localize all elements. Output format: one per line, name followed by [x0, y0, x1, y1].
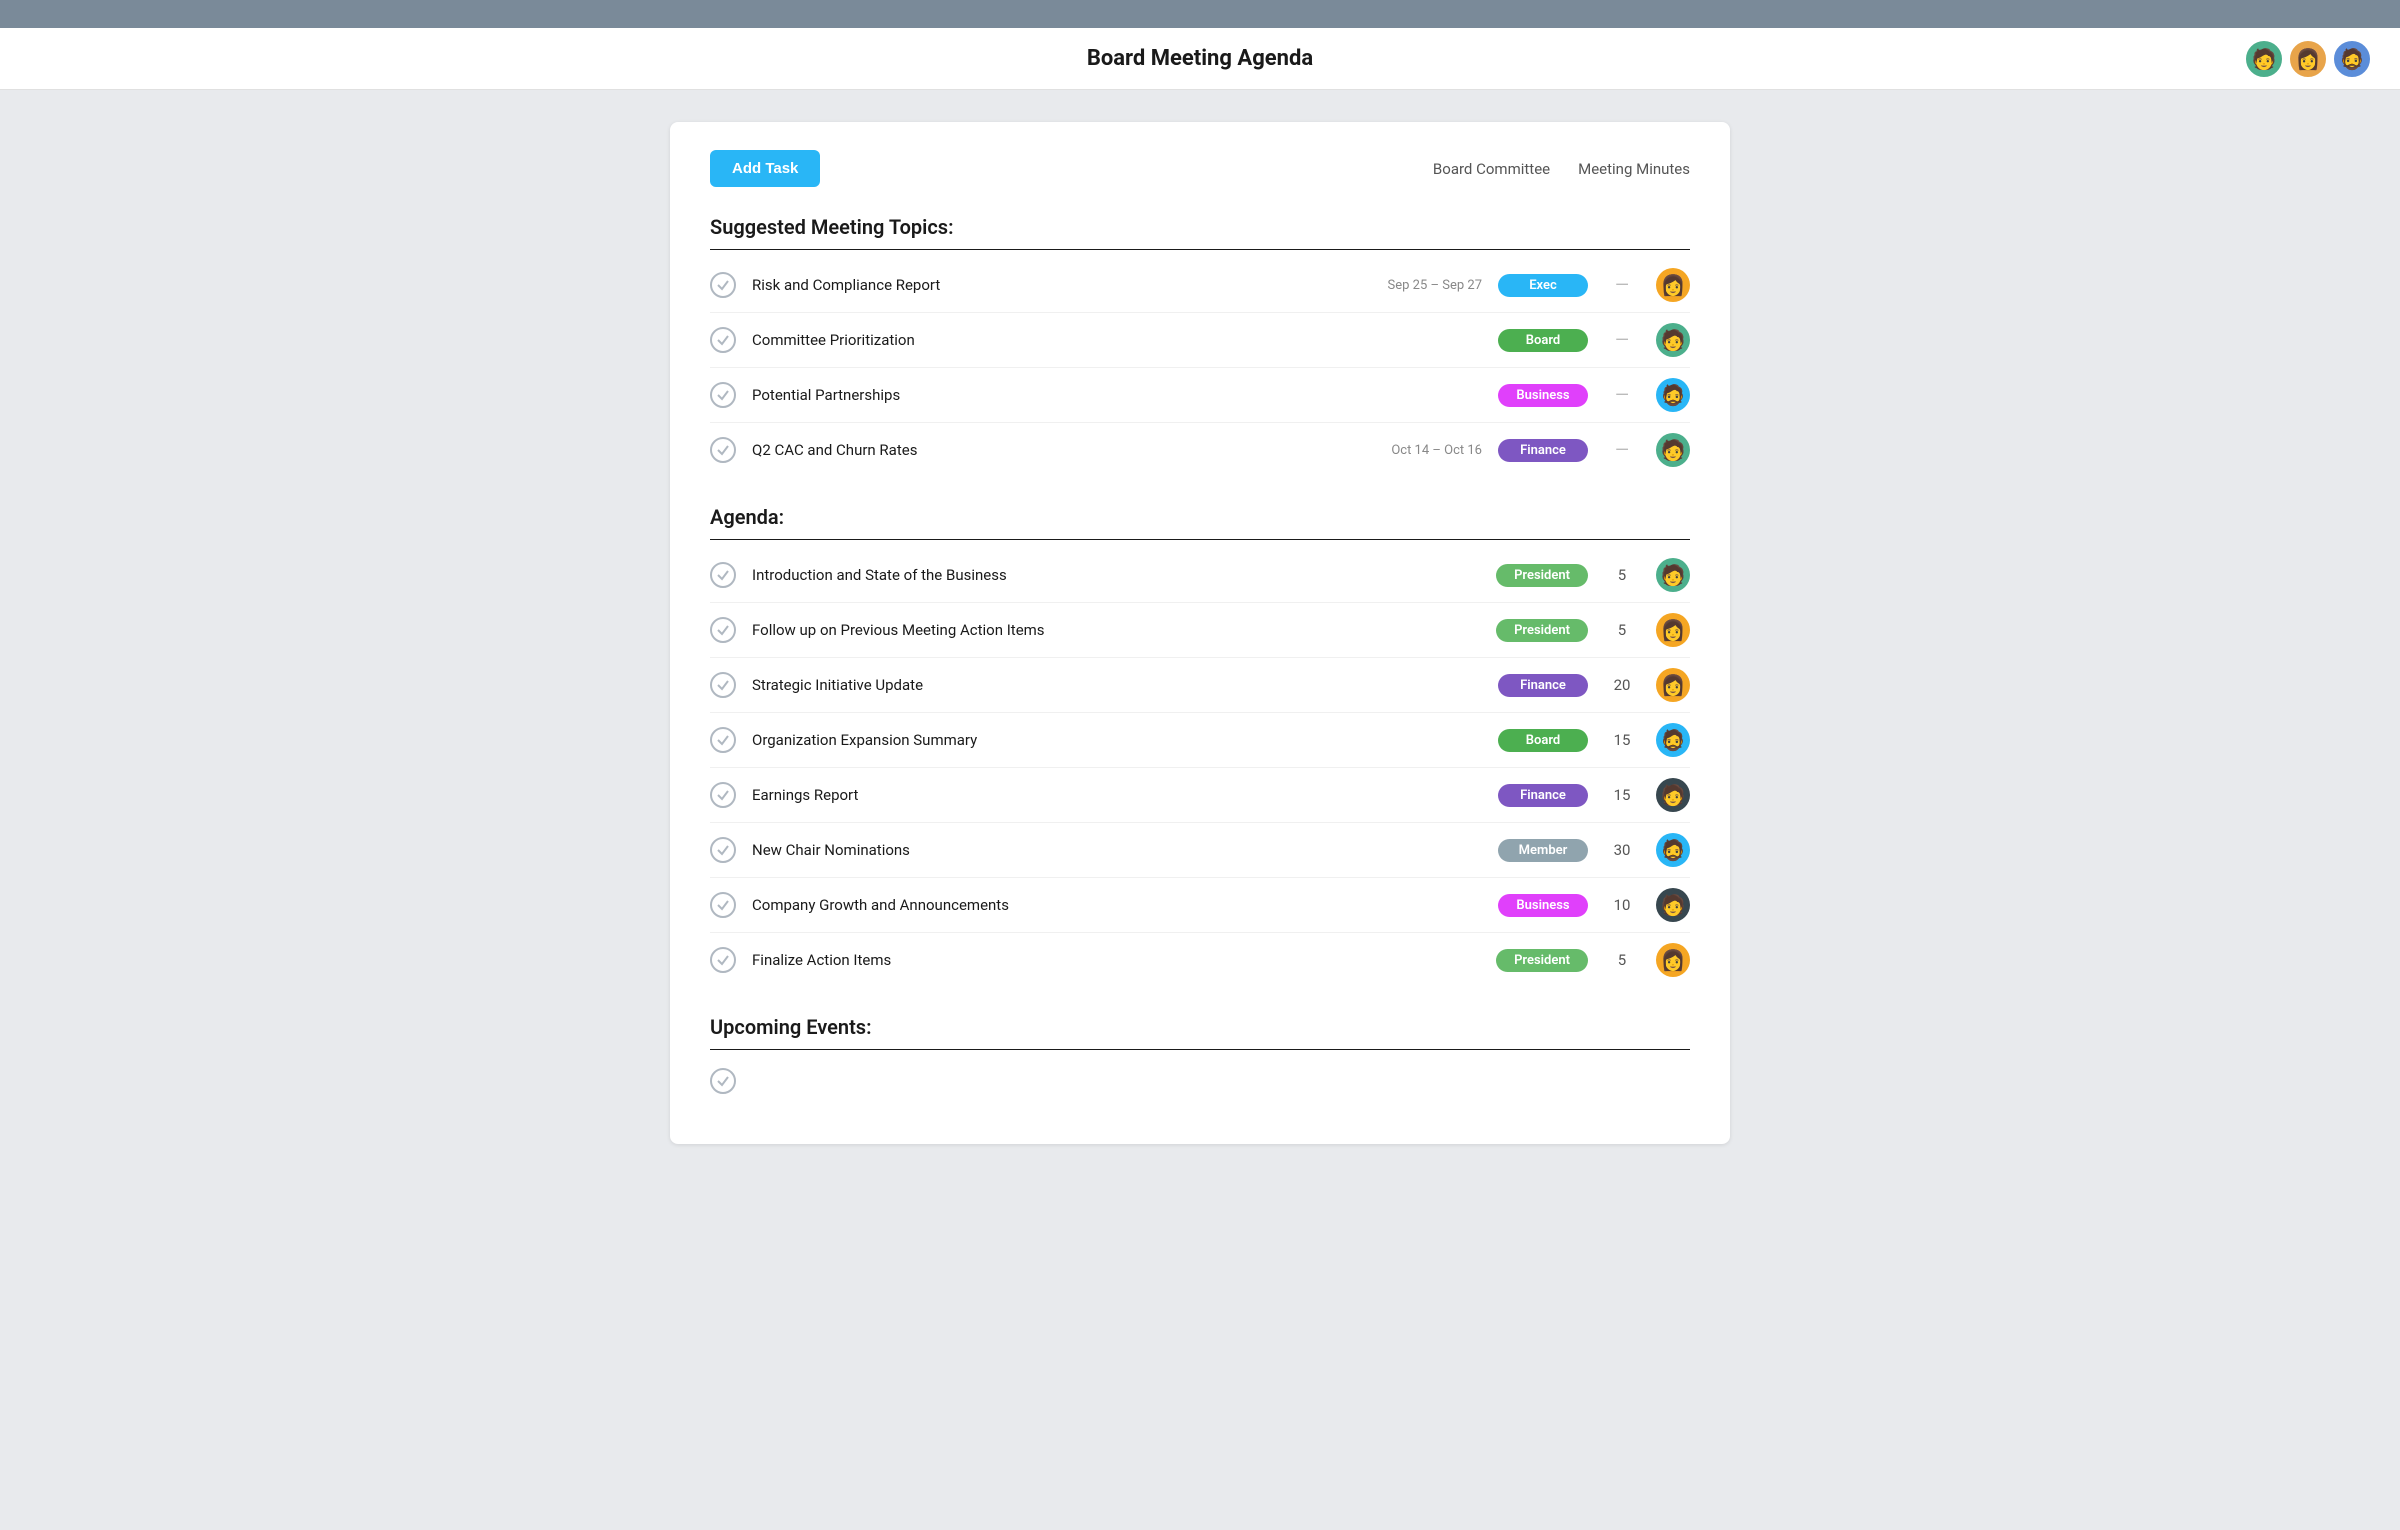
task-duration: 5 [1604, 951, 1640, 969]
task-name: Follow up on Previous Meeting Action Ite… [752, 621, 1480, 639]
avatar: 🧑 [1656, 778, 1690, 812]
table-row [710, 1058, 1690, 1104]
check-icon-a1[interactable] [710, 562, 736, 588]
task-duration: 20 [1604, 676, 1640, 694]
task-tag: Board [1498, 329, 1588, 352]
task-name: Organization Expansion Summary [752, 731, 1482, 749]
task-name: Strategic Initiative Update [752, 676, 1482, 694]
task-duration: — [1604, 440, 1640, 461]
check-icon-a2[interactable] [710, 617, 736, 643]
task-duration: — [1604, 275, 1640, 296]
task-tag: President [1496, 564, 1588, 587]
table-row: Organization Expansion Summary Board 15 … [710, 713, 1690, 768]
task-tag: Exec [1498, 274, 1588, 297]
upcoming-section: Upcoming Events: [710, 1015, 1690, 1104]
check-icon-a6[interactable] [710, 837, 736, 863]
toolbar-links: Board Committee Meeting Minutes [1433, 160, 1690, 178]
task-name: Risk and Compliance Report [752, 276, 1326, 294]
check-icon-u1[interactable] [710, 1068, 736, 1094]
task-name: Finalize Action Items [752, 951, 1480, 969]
task-duration: 15 [1604, 731, 1640, 749]
board-committee-link[interactable]: Board Committee [1433, 160, 1550, 178]
check-icon-1[interactable] [710, 272, 736, 298]
task-tag: Business [1498, 894, 1588, 917]
avatar-1: 🧑 [2244, 39, 2284, 79]
avatar: 🧑 [1656, 433, 1690, 467]
check-icon-a3[interactable] [710, 672, 736, 698]
avatar: 🧔 [1656, 833, 1690, 867]
table-row: Finalize Action Items President 5 👩 [710, 933, 1690, 987]
avatar: 🧑 [1656, 323, 1690, 357]
table-row: Follow up on Previous Meeting Action Ite… [710, 603, 1690, 658]
header-avatars: 🧑 👩 🧔 [2244, 39, 2372, 79]
task-duration: — [1604, 385, 1640, 406]
task-tag: Business [1498, 384, 1588, 407]
table-row: Risk and Compliance Report Sep 25 – Sep … [710, 258, 1690, 313]
table-row: Earnings Report Finance 15 🧑 [710, 768, 1690, 823]
task-name: Earnings Report [752, 786, 1482, 804]
task-duration: 30 [1604, 841, 1640, 859]
task-duration: 10 [1604, 896, 1640, 914]
toolbar: Add Task Board Committee Meeting Minutes [710, 150, 1690, 187]
task-tag: President [1496, 619, 1588, 642]
avatar: 🧑 [1656, 558, 1690, 592]
page-title: Board Meeting Agenda [1087, 46, 1313, 71]
check-icon-3[interactable] [710, 382, 736, 408]
check-icon-4[interactable] [710, 437, 736, 463]
task-date: Sep 25 – Sep 27 [1342, 278, 1482, 293]
table-row: Q2 CAC and Churn Rates Oct 14 – Oct 16 F… [710, 423, 1690, 477]
upcoming-divider [710, 1049, 1690, 1050]
table-row: Introduction and State of the Business P… [710, 548, 1690, 603]
task-duration: 5 [1604, 621, 1640, 639]
task-name: Q2 CAC and Churn Rates [752, 441, 1326, 459]
suggested-title: Suggested Meeting Topics: [710, 215, 1690, 239]
task-duration: 15 [1604, 786, 1640, 804]
agenda-divider [710, 539, 1690, 540]
avatar: 👩 [1656, 613, 1690, 647]
top-bar [0, 0, 2400, 28]
task-name: Committee Prioritization [752, 331, 1326, 349]
suggested-divider [710, 249, 1690, 250]
task-duration: — [1604, 330, 1640, 351]
avatar-2: 👩 [2288, 39, 2328, 79]
add-task-button[interactable]: Add Task [710, 150, 820, 187]
avatar: 👩 [1656, 668, 1690, 702]
task-duration: 5 [1604, 566, 1640, 584]
meeting-minutes-link[interactable]: Meeting Minutes [1578, 160, 1690, 178]
table-row: New Chair Nominations Member 30 🧔 [710, 823, 1690, 878]
agenda-section: Agenda: Introduction and State of the Bu… [710, 505, 1690, 987]
task-tag: Finance [1498, 439, 1588, 462]
check-icon-a8[interactable] [710, 947, 736, 973]
task-tag: Member [1498, 839, 1588, 862]
task-tag: Finance [1498, 784, 1588, 807]
main-content: Add Task Board Committee Meeting Minutes… [670, 122, 1730, 1144]
suggested-section: Suggested Meeting Topics: Risk and Compl… [710, 215, 1690, 477]
agenda-title: Agenda: [710, 505, 1690, 529]
check-icon-a5[interactable] [710, 782, 736, 808]
task-name: New Chair Nominations [752, 841, 1482, 859]
task-name: Potential Partnerships [752, 386, 1326, 404]
task-name: Introduction and State of the Business [752, 566, 1480, 584]
check-icon-a4[interactable] [710, 727, 736, 753]
avatar: 🧑 [1656, 888, 1690, 922]
avatar: 🧔 [1656, 723, 1690, 757]
avatar-3: 🧔 [2332, 39, 2372, 79]
table-row: Company Growth and Announcements Busines… [710, 878, 1690, 933]
header: Board Meeting Agenda 🧑 👩 🧔 [0, 28, 2400, 90]
task-date: Oct 14 – Oct 16 [1342, 443, 1482, 458]
upcoming-title: Upcoming Events: [710, 1015, 1690, 1039]
avatar: 👩 [1656, 268, 1690, 302]
avatar: 👩 [1656, 943, 1690, 977]
table-row: Strategic Initiative Update Finance 20 👩 [710, 658, 1690, 713]
table-row: Potential Partnerships Business — 🧔 [710, 368, 1690, 423]
avatar: 🧔 [1656, 378, 1690, 412]
check-icon-a7[interactable] [710, 892, 736, 918]
check-icon-2[interactable] [710, 327, 736, 353]
table-row: Committee Prioritization Board — 🧑 [710, 313, 1690, 368]
task-tag: Finance [1498, 674, 1588, 697]
task-tag: Board [1498, 729, 1588, 752]
task-name: Company Growth and Announcements [752, 896, 1482, 914]
task-tag: President [1496, 949, 1588, 972]
